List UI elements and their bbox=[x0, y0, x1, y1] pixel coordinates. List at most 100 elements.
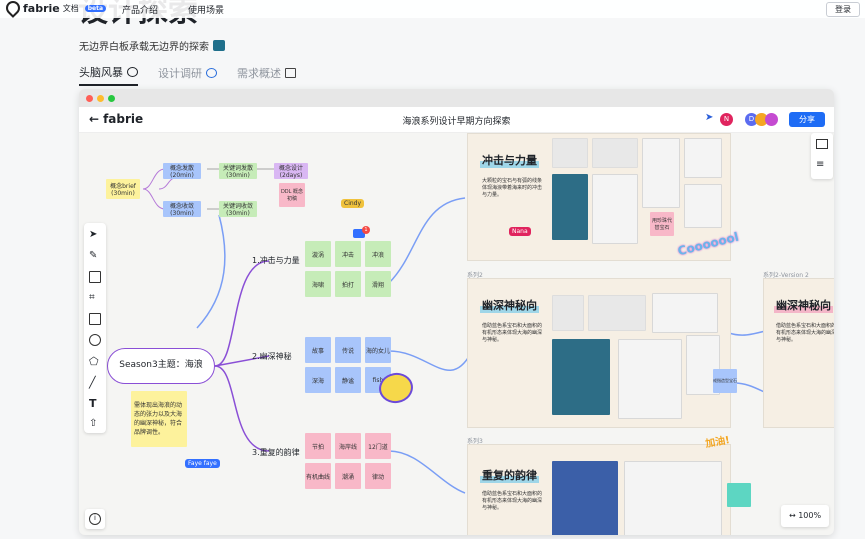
branch-label[interactable]: 2.幽深神秘 bbox=[252, 351, 292, 362]
collaborator-cursor: Nana bbox=[509, 227, 531, 236]
nav-scenarios[interactable]: 使用场景 bbox=[188, 3, 224, 16]
search-icon bbox=[206, 68, 217, 78]
sticky-note[interactable]: 海岸线 bbox=[335, 433, 361, 459]
design-frame[interactable]: 幽深神秘向 借助蓝色系宝石和大面积的有机形态来体现大海的幽深与神秘。 bbox=[763, 278, 834, 428]
sticky-note[interactable]: 故事 bbox=[305, 337, 331, 363]
branch-label[interactable]: 1.冲击与力量 bbox=[252, 255, 300, 266]
nav-product[interactable]: 产品介绍 bbox=[122, 3, 158, 16]
sticky-note[interactable]: 关键词收敛 (30min) bbox=[219, 201, 257, 217]
right-toolbar: ≡ bbox=[811, 133, 833, 179]
tab-brainstorm[interactable]: 头脑风暴 bbox=[79, 64, 138, 86]
sticky-note[interactable]: 概念设计 (2days) bbox=[274, 163, 308, 179]
fit-width-icon[interactable]: ↔ bbox=[789, 511, 796, 520]
info-button[interactable]: i bbox=[85, 509, 105, 529]
close-dot-icon[interactable] bbox=[86, 95, 93, 102]
sticky-note[interactable]: 海的女儿 bbox=[365, 337, 391, 363]
sticky-note[interactable]: 概念brief (30min) bbox=[106, 179, 140, 199]
ring-sketch[interactable] bbox=[642, 138, 680, 208]
sticky-note[interactable]: 节拍 bbox=[305, 433, 331, 459]
ring-sketch[interactable] bbox=[684, 138, 722, 178]
sticky-note[interactable]: 概念收敛 (30min) bbox=[163, 201, 201, 217]
whiteboard-canvas[interactable]: 概念brief (30min) 概念发散 (20min) 概念收敛 (30min… bbox=[79, 133, 834, 535]
sticky-note[interactable]: DDL 概念初稿 bbox=[279, 183, 305, 207]
branch-label[interactable]: 3.重复的韵律 bbox=[252, 447, 300, 458]
comment-badge: 1 bbox=[362, 226, 370, 234]
window-chrome bbox=[79, 89, 834, 107]
ring-photo[interactable] bbox=[588, 295, 646, 331]
select-arrow-icon[interactable]: ➤ bbox=[89, 229, 101, 241]
sticky-note[interactable]: 滑翔 bbox=[365, 271, 391, 297]
sticky-note[interactable]: 冲浪 bbox=[365, 241, 391, 267]
table-icon[interactable] bbox=[89, 271, 101, 283]
sticky-note[interactable]: 漩涡 bbox=[305, 241, 331, 267]
brand-sub: 文档 bbox=[62, 3, 79, 13]
sticky-note-icon[interactable] bbox=[89, 313, 101, 325]
pen-icon[interactable]: ✎ bbox=[89, 250, 101, 262]
frame-description: 借助蓝色系宝石和大面积的有机形态来体现大海的幽深与神秘。 bbox=[776, 323, 834, 343]
tool-palette: ➤ ✎ ⌗ ⬠ ╱ T ⇧ bbox=[84, 223, 106, 433]
sticky-note[interactable] bbox=[727, 483, 751, 507]
sticky-note[interactable]: 12门道 bbox=[365, 433, 391, 459]
upload-icon[interactable]: ⇧ bbox=[89, 418, 101, 430]
sticky-note[interactable]: 戒指造型宝石 bbox=[713, 369, 737, 393]
share-button[interactable]: 分享 bbox=[789, 112, 825, 127]
circle-shape-icon[interactable] bbox=[89, 334, 101, 346]
sticky-note[interactable]: 有机曲线 bbox=[305, 463, 331, 489]
sticky-note[interactable]: 海啸 bbox=[305, 271, 331, 297]
crop-frame-icon[interactable]: ⌗ bbox=[89, 292, 101, 304]
chat-bubble-icon bbox=[127, 67, 138, 77]
frame-description: 借助蓝色系宝石和大面积的有机形态来体现大海的幽深与神秘。 bbox=[482, 323, 543, 343]
ring-sketch[interactable] bbox=[684, 184, 722, 228]
ring-sketch[interactable] bbox=[592, 174, 638, 244]
ring-photo[interactable] bbox=[552, 138, 588, 168]
list-icon[interactable]: ≡ bbox=[816, 159, 824, 170]
app-header: ← fabrie 海浪系列设计早期方向探索 ➤ N D 分享 bbox=[79, 107, 834, 133]
wave-photo[interactable] bbox=[552, 339, 610, 415]
sticky-note[interactable]: 拍打 bbox=[335, 271, 361, 297]
wave-photo[interactable] bbox=[552, 174, 588, 240]
info-icon: i bbox=[89, 513, 101, 525]
sticky-note[interactable]: 传说 bbox=[335, 337, 361, 363]
tab-research-label: 设计调研 bbox=[158, 67, 202, 80]
ring-photo[interactable] bbox=[592, 138, 638, 168]
sticky-note[interactable]: 潮涌 bbox=[335, 463, 361, 489]
text-icon[interactable]: T bbox=[89, 397, 101, 410]
design-frame[interactable]: 幽深神秘向 借助蓝色系宝石和大面积的有机形态来体现大海的幽深与神秘。 bbox=[467, 278, 731, 428]
brand-logo[interactable]: fabrie 文档 beta bbox=[3, 0, 107, 18]
avatar[interactable]: N bbox=[720, 113, 733, 126]
sticky-note[interactable]: 关键词发散 (30min) bbox=[219, 163, 257, 179]
login-button[interactable]: 登录 bbox=[826, 2, 860, 17]
ring-sketch[interactable] bbox=[618, 339, 682, 419]
sticky-note[interactable]: 用珍珠代替宝石 bbox=[650, 212, 674, 236]
requirement-note[interactable]: 需体现出海浪的动态的张力以及大海的幽深神秘，符合品牌调性。 bbox=[131, 391, 187, 447]
minimize-dot-icon[interactable] bbox=[97, 95, 104, 102]
subtitle-text: 无边界白板承载无边界的探索 bbox=[79, 42, 209, 53]
pentagon-icon[interactable]: ⬠ bbox=[89, 355, 101, 368]
hero-subtitle: 无边界白板承载无边界的探索 bbox=[79, 38, 225, 53]
sticky-note[interactable]: 冲击 bbox=[335, 241, 361, 267]
ring-photo[interactable] bbox=[552, 295, 584, 331]
grid-icon[interactable] bbox=[816, 139, 828, 149]
briefcase-icon bbox=[285, 68, 296, 78]
line-icon[interactable]: ╱ bbox=[89, 376, 101, 389]
wave-photo[interactable] bbox=[552, 461, 618, 535]
ring-sketch[interactable] bbox=[624, 461, 722, 535]
sticky-note[interactable]: 静谧 bbox=[335, 367, 361, 393]
maximize-dot-icon[interactable] bbox=[108, 95, 115, 102]
fabrie-logo-icon bbox=[3, 0, 23, 18]
sticky-note[interactable]: 概念发散 (20min) bbox=[163, 163, 201, 179]
sticky-note[interactable]: 律动 bbox=[365, 463, 391, 489]
frame-title: 重复的韵律 bbox=[480, 467, 539, 483]
tab-requirements[interactable]: 需求概述 bbox=[237, 64, 296, 86]
scenario-tabs: 头脑风暴 设计调研 需求概述 bbox=[79, 64, 296, 86]
ring-sketch[interactable] bbox=[652, 293, 718, 333]
zoom-control[interactable]: ↔ 100% bbox=[781, 505, 829, 527]
mindmap-center-node[interactable]: Season3主题：海浪 bbox=[107, 348, 215, 384]
top-nav: fabrie 文档 beta 产品介绍 使用场景 登录 bbox=[0, 0, 865, 18]
design-frame[interactable]: 重复的韵律 借助蓝色系宝石和大面积的有机形态来体现大海的幽深与神秘。 bbox=[467, 444, 731, 535]
frame-title: 冲击与力量 bbox=[480, 152, 539, 168]
frame-title: 幽深神秘向 bbox=[480, 297, 539, 313]
sticky-note[interactable]: 深海 bbox=[305, 367, 331, 393]
tab-research[interactable]: 设计调研 bbox=[158, 64, 217, 86]
avatar[interactable] bbox=[765, 113, 778, 126]
